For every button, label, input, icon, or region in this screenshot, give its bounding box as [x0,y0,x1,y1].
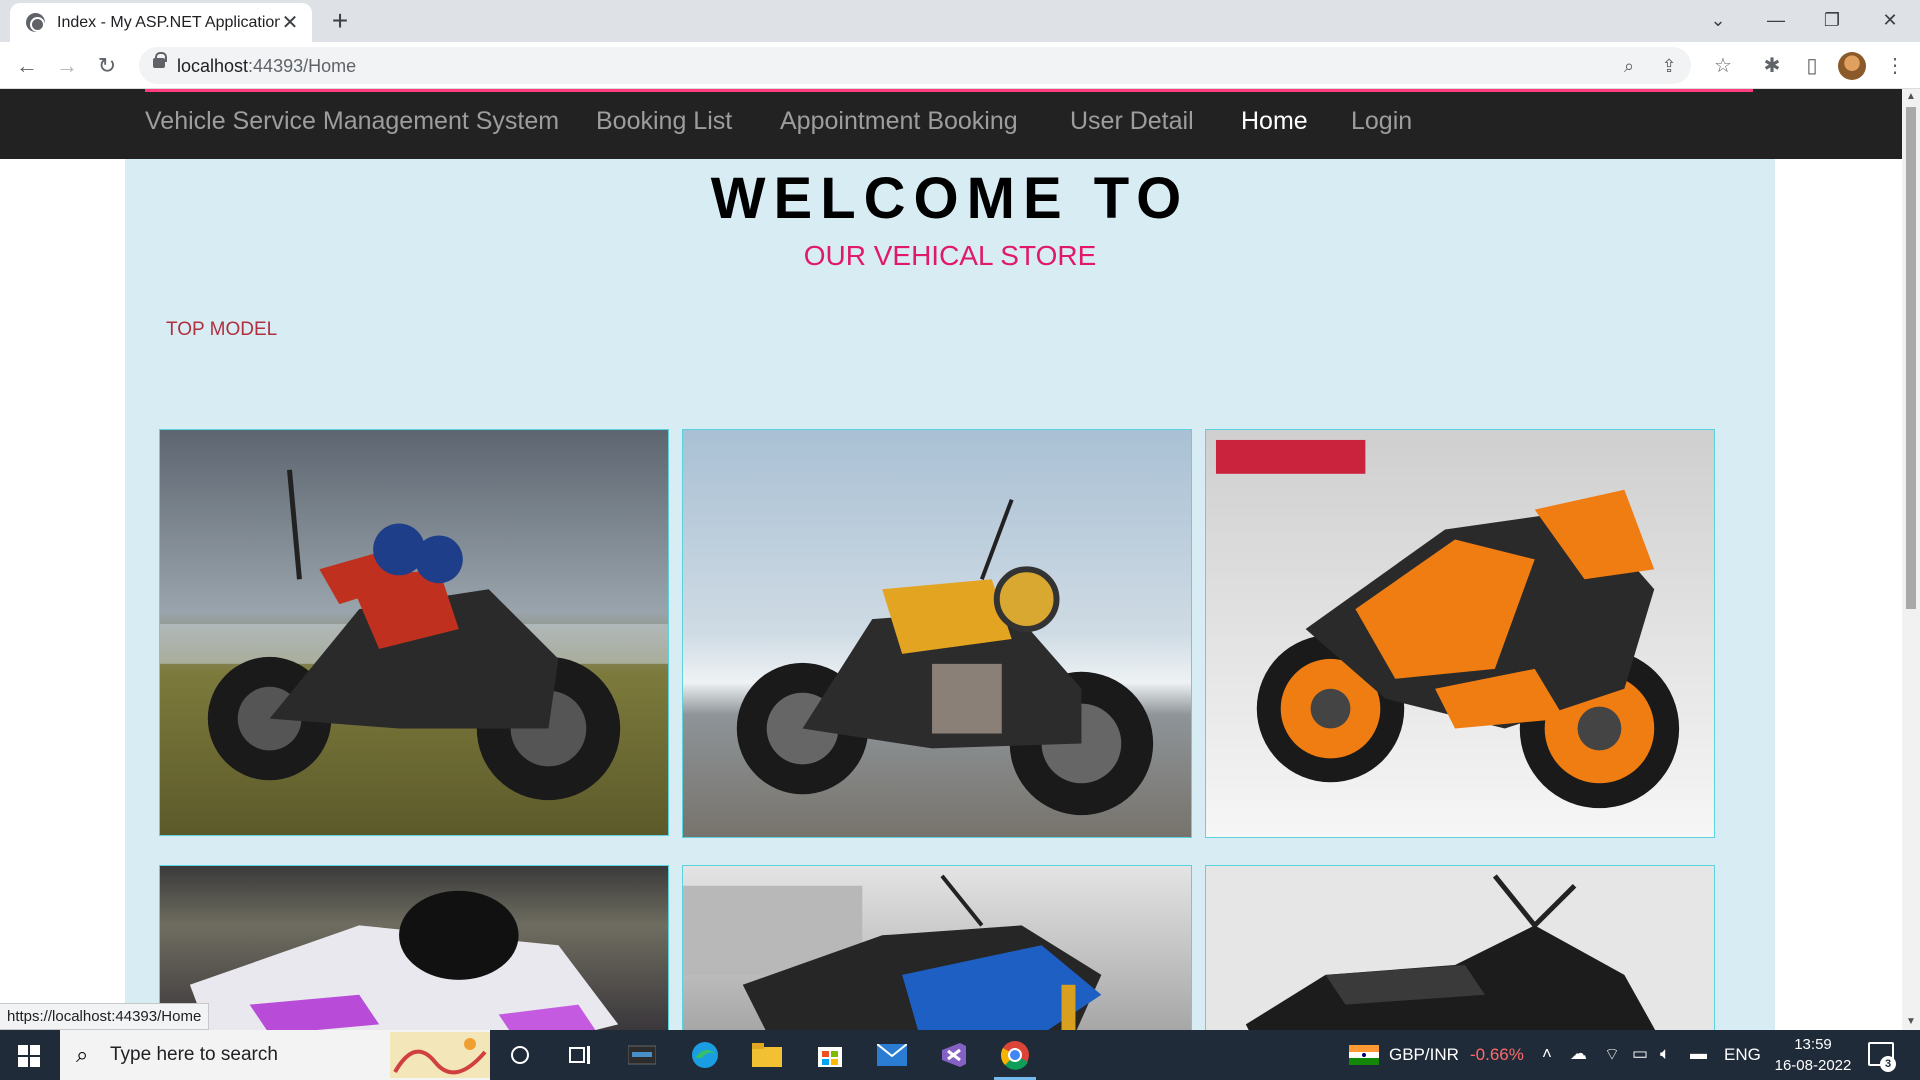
main-content: WELCOME TO OUR VEHICAL STORE TOP MODEL [125,159,1775,1030]
browser-tab[interactable]: Index - My ASP.NET Application ✕ [10,3,312,42]
search-placeholder: Type here to search [110,1044,278,1065]
device-icon[interactable]: ▭ [1632,1044,1648,1064]
scroll-up-icon[interactable]: ▲ [1902,89,1920,105]
store-subtitle: OUR VEHICAL STORE [803,240,1097,271]
menu-kebab-icon[interactable]: ⋮ [1880,51,1910,81]
minimize-button[interactable]: — [1756,4,1796,36]
side-panel-icon[interactable]: ▯ [1797,51,1827,81]
lock-icon[interactable] [153,52,167,68]
back-icon[interactable]: ← [12,51,42,81]
brand-link[interactable]: Vehicle Service Management System [145,107,559,136]
search-highlight-art-icon [390,1032,490,1078]
onedrive-icon[interactable]: ☁ [1570,1044,1587,1064]
bike-card-1[interactable] [159,429,669,836]
scroll-thumb[interactable] [1906,107,1916,609]
bike-card-5[interactable] [682,865,1192,1030]
volume-icon[interactable]: 🔈︎ [1660,1044,1670,1064]
clock-date: 16-08-2022 [1774,1057,1852,1074]
show-hidden-icons-icon[interactable]: ˄ [1542,1044,1552,1064]
url-host: localhost [177,56,249,76]
microsoft-store-icon[interactable] [805,1035,855,1075]
address-text: localhost:44393/Home [177,56,356,77]
battery-icon[interactable]: ▬ [1690,1044,1707,1064]
welcome-heading: WELCOME TO [710,166,1190,231]
page-viewport: Vehicle Service Management System Bookin… [0,89,1902,1030]
profile-avatar[interactable] [1838,52,1866,80]
notification-count: 3 [1880,1056,1896,1072]
file-explorer-icon[interactable] [742,1035,792,1075]
ticker-change[interactable]: -0.66% [1470,1045,1524,1065]
top-model-label: TOP MODEL [166,319,278,340]
mysql-workbench-icon[interactable] [617,1035,667,1075]
share-icon-spacer [1655,52,1683,80]
globe-icon [26,13,45,32]
nav-booking-list[interactable]: Booking List [596,107,732,136]
tab-strip: Index - My ASP.NET Application ✕ + ⌄ — ❐… [0,0,1920,42]
bike-image-4 [160,866,668,1030]
close-window-button[interactable]: ✕ [1870,4,1910,36]
extensions-icon[interactable]: ✱ [1757,51,1787,81]
new-tab-button[interactable]: + [324,4,356,38]
windows-taskbar: ⌕ Type here to search GBP/INR -0.66% ˄ ☁ [0,1030,1920,1080]
ticker-label[interactable]: GBP/INR [1389,1045,1459,1065]
bike-card-2[interactable] [682,429,1192,838]
close-tab-icon[interactable]: ✕ [280,10,300,35]
windows-start-icon[interactable] [18,1045,40,1067]
bike-card-3[interactable] [1205,429,1715,838]
nav-home[interactable]: Home [1241,107,1308,136]
browser-toolbar: ← → ↻ localhost:44393/Home ⌕ ⇪ ☆ ✱ ▯ ⋮ [0,42,1920,89]
task-view-icon[interactable] [555,1035,605,1075]
india-flag-icon [1349,1045,1379,1065]
nav-appointment-booking[interactable]: Appointment Booking [780,107,1018,136]
edge-icon[interactable] [680,1035,730,1075]
bookmark-star-icon[interactable]: ☆ [1708,51,1738,81]
taskbar-clock[interactable]: 13:59 16-08-2022 [1768,1034,1858,1076]
bike-image-5 [683,866,1191,1030]
url-path: :44393/Home [248,56,357,76]
address-bar[interactable]: localhost:44393/Home ⌕ ⇪ [139,47,1691,84]
taskbar-search-box[interactable]: ⌕ Type here to search [60,1030,490,1080]
nav-login[interactable]: Login [1351,107,1412,136]
mail-icon[interactable] [867,1035,917,1075]
cortana-icon[interactable] [495,1035,545,1075]
bike-card-4[interactable] [159,865,669,1030]
reload-icon[interactable]: ↻ [92,51,122,81]
chrome-icon[interactable] [990,1035,1040,1080]
search-icon: ⌕ [76,1042,89,1067]
scroll-down-icon[interactable]: ▼ [1902,1014,1920,1030]
bike-image-2 [683,430,1191,837]
site-navbar: Vehicle Service Management System Bookin… [0,89,1902,159]
tab-title: Index - My ASP.NET Application [57,13,280,31]
zoom-icon[interactable]: ⌕ [1615,52,1643,80]
bike-card-6[interactable] [1205,865,1715,1030]
nav-user-detail[interactable]: User Detail [1070,107,1194,136]
language-indicator[interactable]: ENG [1724,1045,1761,1065]
bike-image-1 [160,430,668,835]
page-scrollbar[interactable]: ▲ ▼ [1902,89,1920,1030]
tab-search-chevron-icon[interactable]: ⌄ [1698,4,1738,36]
visual-studio-icon[interactable] [929,1035,979,1075]
link-preview-status: https://localhost:44393/Home [0,1003,210,1030]
bike-image-6 [1206,866,1714,1030]
clock-time: 13:59 [1794,1036,1832,1053]
bike-image-3 [1206,430,1714,837]
navbar-accent-line [145,89,1753,92]
restore-button[interactable]: ❐ [1812,4,1852,36]
forward-icon[interactable]: → [52,51,82,81]
network-icon[interactable]: ⌔ [1604,1044,1620,1065]
